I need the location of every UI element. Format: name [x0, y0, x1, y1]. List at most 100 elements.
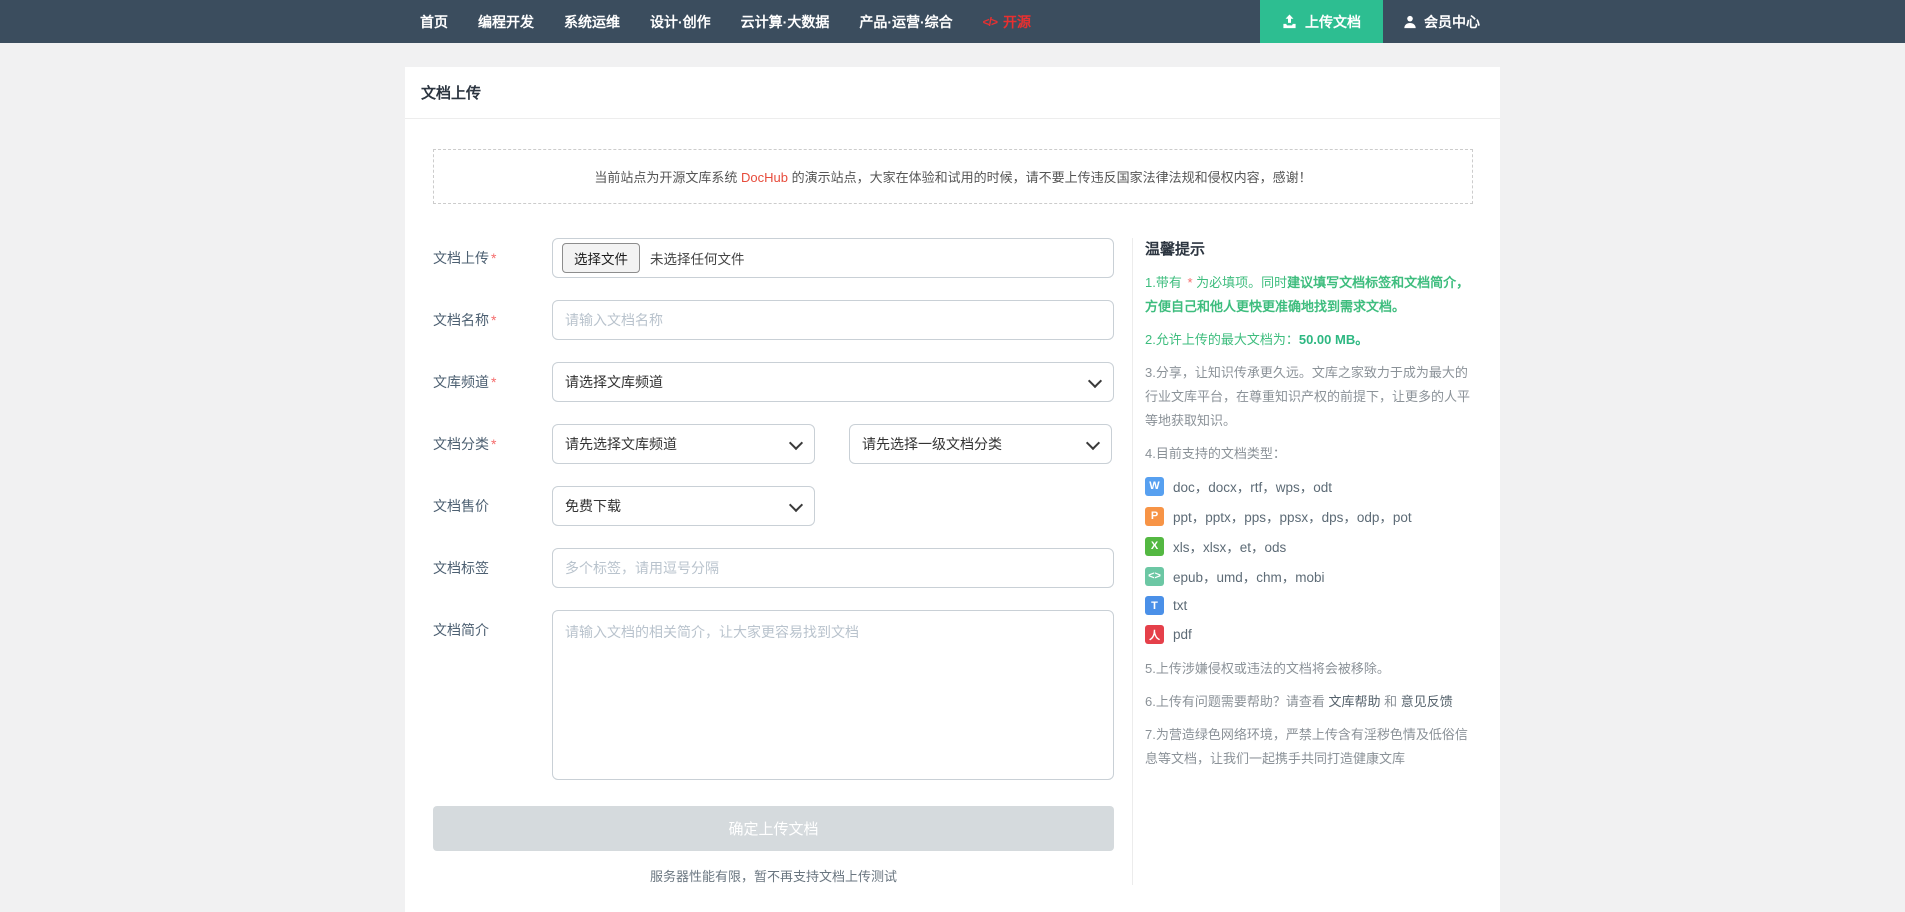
required-asterisk: *: [491, 312, 496, 328]
tip1-text: 1.带有: [1145, 275, 1185, 290]
word-exts: doc，docx，rtf，wps，odt: [1173, 476, 1332, 496]
filetype-row-excel: X xls，xlsx，et，ods: [1145, 536, 1473, 556]
tip-supported-types: 4.目前支持的文档类型：: [1145, 442, 1473, 466]
category-level2-select[interactable]: 请先选择一级文档分类: [849, 424, 1112, 464]
nav-item-home[interactable]: 首页: [405, 0, 463, 43]
tips-title: 温馨提示: [1145, 238, 1473, 259]
category-level2-wrap: 请先选择一级文档分类: [849, 424, 1112, 464]
member-center-button[interactable]: 会员中心: [1383, 0, 1500, 43]
top-navbar: 首页 编程开发 系统运维 设计·创作 云计算·大数据 产品·运营·综合 </> …: [0, 0, 1905, 43]
max-size-value: 50.00 MB。: [1299, 332, 1368, 347]
nav-item-programming-dev[interactable]: 编程开发: [463, 0, 549, 43]
code-icon: </>: [983, 15, 997, 29]
tips-sidebar: 温馨提示 1.带有 * 为必填项。同时建议填写文档标签和文档简介，方便自己和他人…: [1132, 238, 1473, 885]
text-file-icon: T: [1145, 596, 1164, 615]
file-input[interactable]: 选择文件 未选择任何文件: [552, 238, 1114, 278]
dochub-brand-link[interactable]: DocHub: [741, 170, 788, 185]
upload-card: 文档上传 当前站点为开源文库系统 DocHub 的演示站点，大家在体验和试用的时…: [405, 67, 1500, 912]
filetype-row-ebook: <> epub，umd，chm，mobi: [1145, 566, 1473, 586]
price-select-wrap: 免费下载: [552, 486, 815, 526]
nav-item-open-source[interactable]: </> 开源: [968, 0, 1046, 43]
pdf-icon: 人: [1145, 625, 1164, 644]
txt-exts: txt: [1173, 598, 1187, 613]
nav-item-cloud-bigdata[interactable]: 云计算·大数据: [726, 0, 845, 43]
demo-notice: 当前站点为开源文库系统 DocHub 的演示站点，大家在体验和试用的时候，请不要…: [433, 149, 1473, 204]
excel-icon: X: [1145, 537, 1164, 556]
tip6-text2: 和: [1380, 694, 1400, 709]
tip-max-size: 2.允许上传的最大文档为：50.00 MB。: [1145, 328, 1473, 352]
form-row-name: 文档名称*: [433, 300, 1114, 340]
tip-required-fields: 1.带有 * 为必填项。同时建议填写文档标签和文档简介，方便自己和他人更快更准确…: [1145, 271, 1473, 319]
required-asterisk: *: [491, 250, 496, 266]
form-row-channel: 文库频道* 请选择文库频道: [433, 362, 1114, 402]
tip6-text: 6.上传有问题需要帮助？请查看: [1145, 694, 1328, 709]
channel-label-text: 文库频道: [433, 374, 489, 390]
pdf-exts: pdf: [1173, 627, 1192, 642]
help-link[interactable]: 文库帮助: [1328, 694, 1380, 709]
form-row-category: 文档分类* 请先选择文库频道 请先选择一级文档分类: [433, 424, 1114, 464]
submit-upload-button[interactable]: 确定上传文档: [433, 806, 1114, 851]
member-center-label: 会员中心: [1424, 12, 1480, 32]
form-row-intro: 文档简介: [433, 610, 1114, 780]
form-row-price: 文档售价 免费下载: [433, 486, 1114, 526]
tip1-text2: 为必填项。同时: [1193, 275, 1288, 290]
notice-prefix: 当前站点为开源文库系统: [594, 170, 741, 185]
required-asterisk: *: [491, 436, 496, 452]
field-label-channel: 文库频道*: [433, 372, 552, 392]
filetype-row-txt: T txt: [1145, 596, 1473, 615]
intro-label-text: 文档简介: [433, 622, 489, 638]
field-label-tags: 文档标签: [433, 558, 552, 578]
content-columns: 文档上传* 选择文件 未选择任何文件 文档名称* 文库频道* 请选择文库频道: [433, 238, 1473, 885]
notice-suffix: 的演示站点，大家在体验和试用的时候，请不要上传违反国家法律法规和侵权内容，感谢！: [788, 170, 1312, 185]
powerpoint-icon: P: [1145, 507, 1164, 526]
page-title: 文档上传: [405, 67, 1500, 119]
filetype-row-powerpoint: P ppt，pptx，pps，ppsx，dps，odp，pot: [1145, 506, 1473, 526]
ebook-code-icon: <>: [1145, 567, 1164, 586]
channel-select[interactable]: 请选择文库频道: [552, 362, 1114, 402]
category-level1-wrap: 请先选择文库频道: [552, 424, 815, 464]
open-source-label: 开源: [1003, 12, 1031, 32]
doc-intro-textarea[interactable]: [552, 610, 1114, 780]
file-status-text: 未选择任何文件: [650, 248, 745, 268]
price-label-text: 文档售价: [433, 498, 489, 514]
doc-name-input[interactable]: [552, 300, 1114, 340]
category-level1-select[interactable]: 请先选择文库频道: [552, 424, 815, 464]
name-label-text: 文档名称: [433, 312, 489, 328]
nav-item-sysops[interactable]: 系统运维: [549, 0, 635, 43]
upload-icon: [1282, 14, 1297, 29]
field-label-category: 文档分类*: [433, 434, 552, 454]
powerpoint-exts: ppt，pptx，pps，ppsx，dps，odp，pot: [1173, 506, 1412, 526]
excel-exts: xls，xlsx，et，ods: [1173, 536, 1286, 556]
field-label-intro: 文档简介: [433, 610, 552, 640]
upload-doc-button[interactable]: 上传文档: [1260, 0, 1383, 43]
nav-item-product-operation[interactable]: 产品·运营·综合: [844, 0, 967, 43]
word-icon: W: [1145, 477, 1164, 496]
tags-label-text: 文档标签: [433, 560, 489, 576]
required-asterisk: *: [491, 374, 496, 390]
category-label-text: 文档分类: [433, 436, 489, 452]
upload-doc-label: 上传文档: [1305, 12, 1361, 32]
tip-infringement: 5.上传涉嫌侵权或违法的文档将会被移除。: [1145, 657, 1473, 681]
form-row-file: 文档上传* 选择文件 未选择任何文件: [433, 238, 1114, 278]
field-label-file: 文档上传*: [433, 248, 552, 268]
tip2-text: 2.允许上传的最大文档为：: [1145, 332, 1299, 347]
price-select[interactable]: 免费下载: [552, 486, 815, 526]
field-label-price: 文档售价: [433, 496, 552, 516]
doc-tags-input[interactable]: [552, 548, 1114, 588]
card-body: 当前站点为开源文库系统 DocHub 的演示站点，大家在体验和试用的时候，请不要…: [405, 119, 1500, 912]
choose-file-button[interactable]: 选择文件: [562, 243, 640, 273]
channel-select-wrap: 请选择文库频道: [552, 362, 1114, 402]
ebook-exts: epub，umd，chm，mobi: [1173, 566, 1325, 586]
feedback-link[interactable]: 意见反馈: [1401, 694, 1453, 709]
form-row-tags: 文档标签: [433, 548, 1114, 588]
nav-item-design-creation[interactable]: 设计·创作: [635, 0, 726, 43]
upload-disabled-note: 服务器性能有限，暂不再支持文档上传测试: [433, 866, 1114, 885]
field-label-name: 文档名称*: [433, 310, 552, 330]
user-icon: [1403, 15, 1417, 29]
tip-healthy-content: 7.为营造绿色网络环境，严禁上传含有淫秽色情及低俗信息等文档，让我们一起携手共同…: [1145, 723, 1473, 771]
tip-share: 3.分享，让知识传承更久远。文库之家致力于成为最大的行业文库平台，在尊重知识产权…: [1145, 361, 1473, 433]
filetype-row-word: W doc，docx，rtf，wps，odt: [1145, 476, 1473, 496]
upload-form: 文档上传* 选择文件 未选择任何文件 文档名称* 文库频道* 请选择文库频道: [433, 238, 1114, 885]
navbar-inner: 首页 编程开发 系统运维 设计·创作 云计算·大数据 产品·运营·综合 </> …: [405, 0, 1500, 43]
file-label-text: 文档上传: [433, 250, 489, 266]
